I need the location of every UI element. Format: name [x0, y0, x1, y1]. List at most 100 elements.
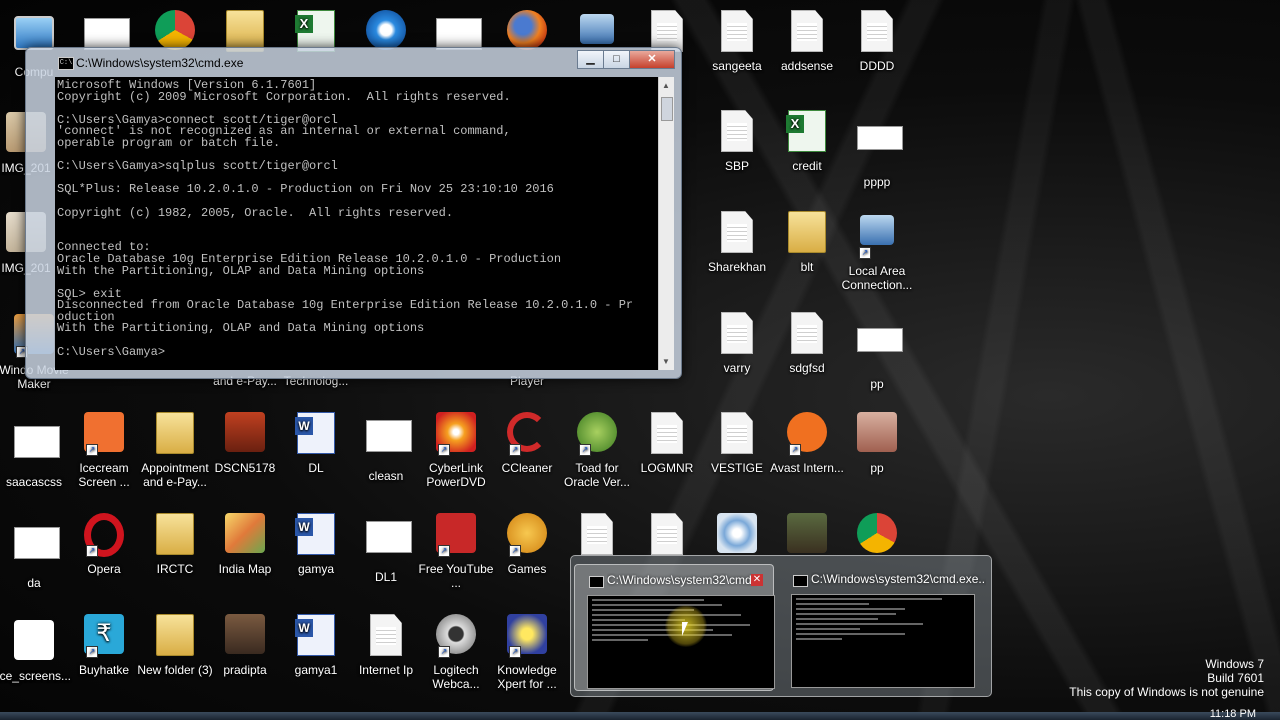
maximize-button[interactable]: □ [603, 50, 630, 69]
desktop-icon-games[interactable]: ↗ Games [487, 513, 567, 576]
desktop-icon-logitech-webcam[interactable]: ↗ Logitech Webca... [416, 614, 496, 691]
scroll-up-icon[interactable]: ▲ [662, 81, 670, 90]
desktop-icon-avast[interactable]: ↗ Avast Intern... [767, 412, 847, 475]
desktop-icon-label: Local Area Connection... [841, 264, 913, 292]
taskbar-clock[interactable]: 11:18 PM [1210, 708, 1256, 720]
desktop-icon-knowledge-xpert[interactable]: ↗ Knowledge Xpert for ... [487, 614, 567, 691]
desktop-icon-icecream[interactable]: ↗ Icecream Screen ... [64, 412, 144, 489]
excel-document-icon [295, 10, 335, 52]
desktop-icon-label: Opera [87, 562, 121, 576]
scrollbar-thumb[interactable] [661, 97, 673, 121]
desktop-icon-new-folder-3[interactable]: New folder (3) [135, 614, 215, 677]
desktop-icon-label: Internet Ip [358, 663, 414, 677]
desktop-icon-label: pp [870, 377, 884, 391]
folder-icon [156, 513, 194, 555]
desktop-icon-label: DDDD [859, 59, 895, 73]
preview-title: C:\Windows\system32\cmd.exe... [811, 572, 986, 586]
shortcut-arrow-icon: ↗ [509, 545, 521, 557]
desktop-icon-appointment[interactable]: Appointment and e-Pay... [135, 412, 215, 489]
desktop-icon-saacascss[interactable]: saacascss [0, 418, 74, 489]
desktop-icon-dddd[interactable]: DDDD [837, 10, 917, 73]
desktop-icon-blt[interactable]: blt [767, 211, 847, 274]
desktop-icon-free-youtube[interactable]: ↗ Free YouTube ... [416, 513, 496, 590]
desktop-icon-logmnr[interactable]: LOGMNR [627, 412, 707, 475]
cmd-window[interactable]: C:\ C:\Windows\system32\cmd.exe ▁ □ ✕ Mi… [25, 47, 682, 379]
desktop-icon-gamya1[interactable]: gamya1 [276, 614, 356, 677]
image-thumbnail-icon [436, 18, 482, 50]
desktop-icon-credit[interactable]: credit [767, 110, 847, 173]
photo-icon [787, 513, 827, 553]
desktop-icon-cleasn[interactable]: cleasn [346, 412, 426, 483]
desktop-icon-india-map[interactable]: India Map [205, 513, 285, 576]
desktop-icon-da[interactable]: da [0, 519, 74, 590]
image-thumbnail-icon [366, 420, 412, 452]
desktop-icon-pradipta[interactable]: pradipta [205, 614, 285, 677]
desktop-icon-addsense[interactable]: addsense [767, 10, 847, 73]
photo-icon [857, 412, 897, 452]
folder-icon [156, 412, 194, 454]
desktop-icon-ice-screens[interactable]: ice_screens... [0, 620, 74, 683]
desktop-icon-sharekhan[interactable]: Sharekhan [697, 211, 777, 274]
desktop-icon-vestige[interactable]: VESTIGE [697, 412, 777, 475]
computer-icon [14, 16, 54, 50]
desktop-icon-irctc[interactable]: IRCTC [135, 513, 215, 576]
desktop-icon-label: New folder (3) [137, 663, 213, 677]
desktop-icon-label: LOGMNR [640, 461, 694, 475]
desktop-icon-dscn5178[interactable]: DSCN5178 [205, 412, 285, 475]
image-thumbnail-icon [14, 426, 60, 458]
desktop-icon-label: ice_screens... [0, 669, 72, 683]
cmd-window-title: C:\Windows\system32\cmd.exe [76, 56, 244, 70]
desktop-icon-gamya[interactable]: gamya [276, 513, 356, 576]
excel-document-icon [786, 110, 826, 152]
minimize-button[interactable]: ▁ [577, 50, 604, 69]
image-thumbnail-icon [14, 620, 54, 660]
desktop-icon-label: gamya [297, 562, 335, 576]
shortcut-arrow-icon: ↗ [789, 444, 801, 456]
desktop-icon-label: cleasn [368, 469, 404, 483]
image-thumbnail-icon [857, 328, 903, 352]
desktop-icon-pppp[interactable]: pppp [837, 110, 917, 189]
preview-title: C:\Windows\system32\cmd... [607, 573, 757, 587]
desktop-icon-label: CCleaner [501, 461, 553, 475]
network-icon [580, 14, 614, 44]
desktop-icon-local-area-connection[interactable]: ↗ Local Area Connection... [837, 211, 917, 292]
desktop-icon-varry[interactable]: varry [697, 312, 777, 375]
desktop-icon-internet-ip[interactable]: Internet Ip [346, 614, 426, 677]
photo-icon [225, 614, 265, 654]
folder-icon [788, 211, 826, 253]
desktop-icon-label: blt [800, 260, 814, 274]
folder-icon [156, 614, 194, 656]
desktop-icon-sangeeta[interactable]: sangeeta [697, 10, 777, 73]
desktop-icon-label: pradipta [223, 663, 267, 677]
taskbar[interactable]: 11:18 PM [0, 708, 1280, 720]
image-thumbnail-icon [366, 521, 412, 553]
shortcut-arrow-icon: ↗ [438, 444, 450, 456]
cmd-title-bar[interactable]: C:\ C:\Windows\system32\cmd.exe ▁ □ ✕ [26, 48, 681, 76]
desktop-icon-powerdvd[interactable]: ↗ CyberLink PowerDVD [416, 412, 496, 489]
desktop-icon-label: DSCN5178 [214, 461, 276, 475]
desktop-icon-label: Free YouTube ... [418, 562, 494, 590]
cmd-console[interactable]: Microsoft Windows [Version 6.1.7601] Cop… [55, 77, 658, 370]
map-photo-icon [225, 513, 265, 553]
preview-cmd-window-2[interactable]: C:\Windows\system32\cmd.exe... [779, 564, 986, 689]
desktop-icon-dl[interactable]: DL [276, 412, 356, 475]
word-document-icon [295, 412, 335, 454]
desktop-icon-opera[interactable]: ↗ Opera [64, 513, 144, 576]
desktop-icon-pp-thumb[interactable]: pp [837, 312, 917, 391]
document-icon [370, 614, 402, 656]
cmd-vertical-scrollbar[interactable]: ▲ ▼ [658, 77, 674, 370]
desktop-icon-dl1[interactable]: DL1 [346, 513, 426, 584]
close-button[interactable]: ✕ [629, 50, 675, 69]
desktop-icon-sbp[interactable]: SBP [697, 110, 777, 173]
desktop-icon-pp-photo[interactable]: pp [837, 412, 917, 475]
desktop-icon-buyhatke[interactable]: ₹ ↗ Buyhatke [64, 614, 144, 677]
desktop-icon-toad[interactable]: ↗ Toad for Oracle Ver... [557, 412, 637, 489]
desktop-icon-label: DL [308, 461, 324, 475]
document-icon [721, 211, 753, 253]
desktop-icon-ccleaner[interactable]: ↗ CCleaner [487, 412, 567, 475]
scroll-down-icon[interactable]: ▼ [662, 357, 670, 366]
preview-close-button[interactable]: ✕ [751, 574, 763, 586]
document-icon [651, 10, 683, 52]
desktop-icon-sdgfsd[interactable]: sdgfsd [767, 312, 847, 375]
desktop[interactable]: Compu IMG_201 IMG_201 ↗ Windo Movie Make… [0, 0, 1280, 720]
